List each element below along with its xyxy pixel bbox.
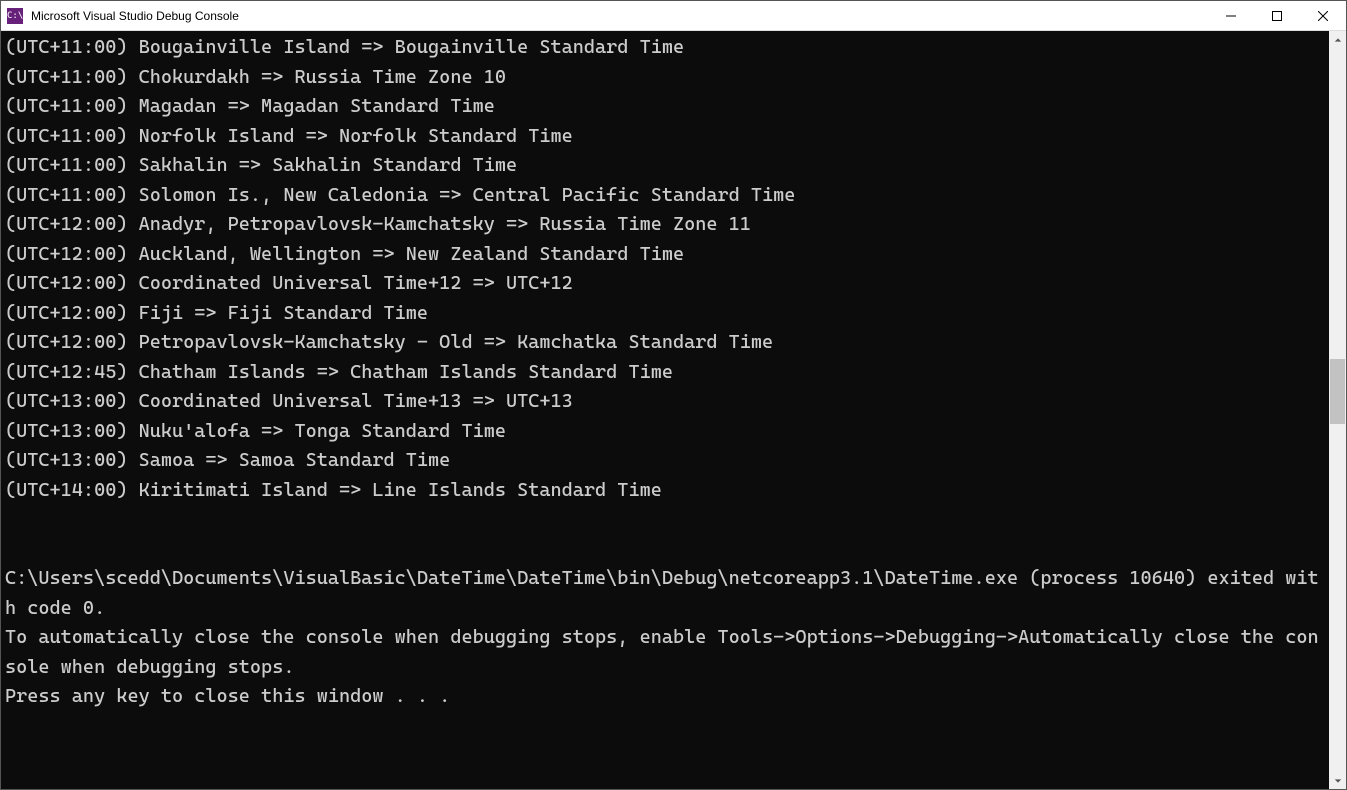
scrollbar-track[interactable] [1329, 48, 1346, 772]
maximize-icon [1272, 11, 1282, 21]
scrollbar-down-button[interactable] [1329, 772, 1346, 789]
minimize-button[interactable] [1208, 1, 1254, 31]
client-area: (UTC+11:00) Bougainville Island => Bouga… [1, 31, 1346, 789]
window-controls [1208, 1, 1346, 31]
close-button[interactable] [1300, 1, 1346, 31]
app-icon: C:\ [1, 1, 29, 31]
scrollbar-up-button[interactable] [1329, 31, 1346, 48]
titlebar[interactable]: C:\ Microsoft Visual Studio Debug Consol… [1, 1, 1346, 31]
minimize-icon [1226, 11, 1236, 21]
maximize-button[interactable] [1254, 1, 1300, 31]
scrollbar-thumb[interactable] [1330, 359, 1345, 424]
vertical-scrollbar[interactable] [1329, 31, 1346, 789]
chevron-down-icon [1334, 777, 1342, 785]
console-output[interactable]: (UTC+11:00) Bougainville Island => Bouga… [1, 31, 1329, 789]
chevron-up-icon [1334, 36, 1342, 44]
close-icon [1318, 11, 1328, 21]
window-title: Microsoft Visual Studio Debug Console [29, 9, 1208, 23]
window-frame: C:\ Microsoft Visual Studio Debug Consol… [0, 0, 1347, 790]
